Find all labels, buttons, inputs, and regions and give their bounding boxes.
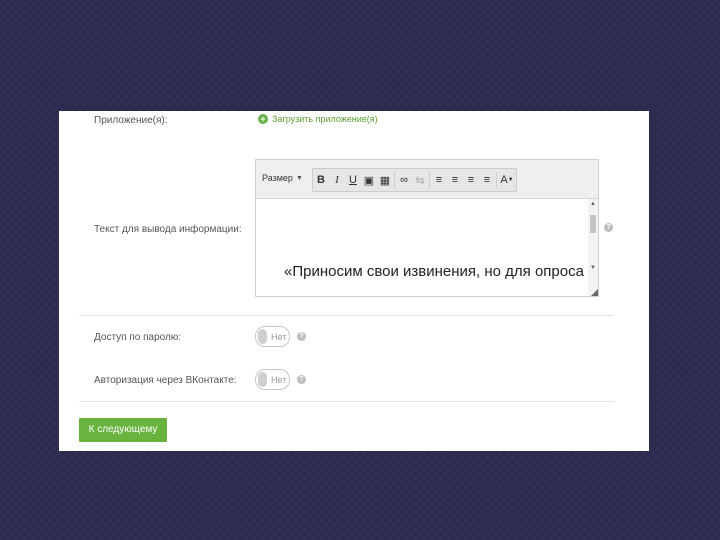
toolbar-divider (496, 172, 497, 188)
insert-table-icon[interactable]: ▦ (377, 169, 393, 191)
link-icon[interactable]: ∞ (396, 169, 412, 191)
rich-text-editor[interactable]: Размер ▼ B I U ▣ ▦ ∞ ⇆ ≡ ≡ ≡ ≡ A ▼ «Прин… (255, 159, 599, 297)
help-icon-info-text[interactable]: ? (604, 223, 613, 232)
resize-grip-icon[interactable] (591, 289, 598, 296)
italic-button[interactable]: I (329, 169, 345, 191)
password-access-label: Доступ по паролю: (94, 332, 182, 343)
toggle-knob (258, 329, 267, 344)
help-icon-password[interactable]: ? (297, 332, 306, 341)
info-text-label: Текст для вывода информации: (94, 224, 242, 235)
chevron-down-icon: ▼ (295, 174, 303, 182)
underline-button[interactable]: U (345, 169, 361, 191)
vk-auth-toggle[interactable]: Нет (255, 369, 290, 390)
formatting-buttons: B I U ▣ ▦ ∞ ⇆ ≡ ≡ ≡ ≡ A ▼ (312, 168, 517, 192)
scroll-down-icon[interactable]: ▼ (590, 265, 596, 271)
font-size-label: Размер (262, 173, 293, 183)
toggle-state-label: Нет (271, 374, 287, 385)
editor-content-text: «Приносим свои извинения, но для опроса (284, 263, 584, 280)
attachments-label: Приложение(я): (94, 115, 168, 126)
divider (79, 315, 614, 316)
scroll-up-icon[interactable]: ▲ (590, 201, 596, 207)
help-icon-vk-auth[interactable]: ? (297, 375, 306, 384)
divider (79, 401, 614, 402)
upload-attachments-label: Загрузить приложение(я) (272, 114, 378, 124)
toggle-state-label: Нет (271, 331, 287, 342)
upload-attachments-link[interactable]: + Загрузить приложение(я) (258, 114, 378, 124)
editor-scrollbar[interactable]: ▲ ▼ (588, 199, 598, 296)
align-left-icon[interactable]: ≡ (431, 169, 447, 191)
align-right-icon[interactable]: ≡ (463, 169, 479, 191)
font-size-select[interactable]: Размер ▼ (262, 169, 308, 187)
form-panel: Приложение(я): + Загрузить приложение(я)… (59, 111, 649, 451)
editor-content-area[interactable]: «Приносим свои извинения, но для опроса (256, 199, 588, 296)
align-center-icon[interactable]: ≡ (447, 169, 463, 191)
password-access-toggle[interactable]: Нет (255, 326, 290, 347)
toolbar-divider (429, 172, 430, 188)
chevron-down-icon: ▼ (507, 177, 514, 183)
plus-icon: + (258, 114, 268, 124)
font-color-button[interactable]: A ▼ (498, 169, 516, 191)
vk-auth-label: Авторизация через ВКонтакте: (94, 375, 237, 386)
scroll-thumb[interactable] (590, 215, 596, 233)
toggle-knob (258, 372, 267, 387)
toolbar-divider (394, 172, 395, 188)
next-step-button[interactable]: К следующему шагу (79, 418, 167, 451)
bold-button[interactable]: B (313, 169, 329, 191)
font-color-icon: A (500, 174, 508, 186)
editor-toolbar: Размер ▼ B I U ▣ ▦ ∞ ⇆ ≡ ≡ ≡ ≡ A ▼ (256, 160, 598, 199)
unlink-icon[interactable]: ⇆ (412, 169, 428, 191)
justify-icon[interactable]: ≡ (479, 169, 495, 191)
insert-image-icon[interactable]: ▣ (361, 169, 377, 191)
